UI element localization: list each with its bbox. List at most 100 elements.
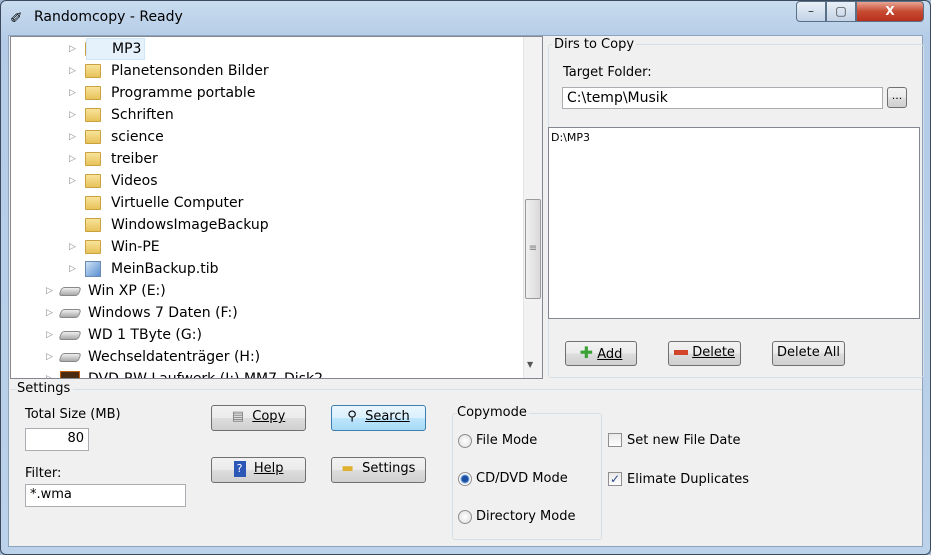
elimate-duplicates-label[interactable]: Elimate Duplicates [627,472,749,487]
target-folder-label: Target Folder: [563,65,652,80]
expand-arrow-icon[interactable]: ▷ [69,104,76,126]
settings-group-label: Settings [17,381,74,396]
tree-item-label: Virtuelle Computer [111,195,244,211]
tree-item-label: DVD-RW-Laufwerk (I:) MM7_Disk2 [88,371,324,379]
elimate-duplicates-checkbox[interactable]: ✓ [608,472,622,486]
folder-icon [85,152,101,166]
folder-icon [85,174,101,188]
expand-arrow-icon[interactable]: ▷ [69,60,76,82]
tree-item-label: Win XP (E:) [88,283,166,299]
tree-item-label: science [111,129,164,145]
tree-item-label: WindowsImageBackup [111,217,269,233]
tree-item-label: Schriften [111,107,174,123]
dirs-group-label: Dirs to Copy [552,37,637,52]
tree-item-label: Wechseldatenträger (H:) [88,349,261,365]
tree-item[interactable]: ▷ Windows 7 Daten (F:) [11,302,523,324]
expand-arrow-icon[interactable]: ▷ [69,258,76,280]
tree-item[interactable]: ▷ Programme portable [11,82,523,104]
expand-arrow-icon[interactable]: ▷ [69,38,76,60]
drive-icon [58,353,82,362]
tree-item[interactable]: ▷ treiber [11,148,523,170]
tree-item[interactable]: ▷ Win XP (E:) [11,280,523,302]
help-icon: ? [233,460,246,477]
folder-tree[interactable]: ▷ MP3 ▷ Planetensonden Bilder ▷ Programme por… [10,36,543,379]
expand-arrow-icon[interactable]: ▷ [46,346,53,368]
minimize-button[interactable]: – [796,1,826,22]
dvd-drive-icon [60,371,80,378]
tree-item[interactable]: ▷ DVD-RW-Laufwerk (I:) MM7_Disk2 [11,368,523,379]
copy-icon: ▤ [231,409,245,424]
app-icon: ✐ [10,9,23,27]
maximize-button[interactable]: ▢ [826,1,856,22]
drive-icon [58,331,82,340]
expand-arrow-icon[interactable]: ▷ [69,236,76,258]
drive-icon [58,309,82,318]
browse-button[interactable]: ... [887,87,907,108]
close-button[interactable]: X [856,1,924,22]
target-folder-input[interactable]: C:\temp\Musik [562,87,883,109]
minus-icon [674,350,689,355]
scroll-down-arrow[interactable]: ▼ [527,360,533,369]
mode-radio[interactable] [458,434,472,448]
set-new-file-date-checkbox[interactable] [608,433,622,447]
tree-item[interactable]: ▷ Schriften [11,104,523,126]
scrollbar-thumb[interactable]: ≡ [525,199,541,299]
delete-all-button[interactable]: Delete All [772,341,845,366]
tree-item-label: MP3 [86,38,146,60]
folder-icon [85,64,101,78]
tree-item[interactable]: WindowsImageBackup [11,214,523,236]
dirs-list[interactable]: D:\MP3 [548,127,920,319]
expand-arrow-icon[interactable]: ▷ [69,148,76,170]
expand-arrow-icon[interactable]: ▷ [46,302,53,324]
search-button[interactable]: ⚲ Search [331,405,426,431]
mode-radio[interactable] [458,472,472,486]
folder-icon [85,196,101,210]
tree-item-label: Windows 7 Daten (F:) [88,305,238,321]
folder-icon [85,218,101,232]
set-new-file-date-label[interactable]: Set new File Date [627,433,740,448]
expand-arrow-icon[interactable]: ▷ [69,126,76,148]
drive-icon [58,287,82,296]
mode-label[interactable]: CD/DVD Mode [476,471,568,486]
add-button[interactable]: ✚ Add [565,341,637,366]
total-size-input[interactable]: 80 [25,428,89,451]
tree-item[interactable]: Virtuelle Computer [11,192,523,214]
backup-file-icon [85,261,101,277]
expand-arrow-icon[interactable]: ▷ [46,280,53,302]
tree-item-label: MeinBackup.tib [111,261,219,277]
delete-button[interactable]: Delete [668,341,741,366]
filter-input[interactable]: *.wma [25,484,186,507]
help-button[interactable]: ? Help [211,457,306,483]
tree-item-label: Programme portable [111,85,256,101]
tree-item[interactable]: ▷ MeinBackup.tib [11,258,523,280]
tree-item[interactable]: ▷ Planetensonden Bilder [11,60,523,82]
filter-label: Filter: [25,466,62,481]
copy-button[interactable]: ▤ Copy [211,405,306,431]
expand-arrow-icon[interactable]: ▷ [69,170,76,192]
expand-arrow-icon[interactable]: ▷ [46,324,53,346]
tree-item[interactable]: ▷ Win-PE [11,236,523,258]
tree-item[interactable]: ▷ science [11,126,523,148]
search-icon: ⚲ [347,409,357,424]
mode-label[interactable]: File Mode [476,433,537,448]
folder-icon [85,240,101,254]
tree-item-label: Videos [111,173,158,189]
plus-icon: ✚ [579,343,594,362]
mode-radio[interactable] [458,510,472,524]
tree-item[interactable]: ▷ MP3 [11,38,523,60]
settings-divider [10,389,922,390]
tree-item-label: Win-PE [111,239,160,255]
window-title: Randomcopy - Ready [34,9,183,25]
total-size-label: Total Size (MB) [25,407,121,422]
tree-item[interactable]: ▷ WD 1 TByte (G:) [11,324,523,346]
expand-arrow-icon[interactable]: ▷ [69,82,76,104]
dirs-list-item[interactable]: D:\MP3 [551,131,917,144]
tree-item-label: WD 1 TByte (G:) [88,327,202,343]
expand-arrow-icon[interactable]: ▷ [46,368,53,378]
tree-item-label: treiber [111,151,158,167]
tree-item[interactable]: ▷ Wechseldatenträger (H:) [11,346,523,368]
settings-button[interactable]: ▬ Settings [331,457,426,483]
tree-item[interactable]: ▷ Videos [11,170,523,192]
copymode-label: Copymode [457,405,529,420]
mode-label[interactable]: Directory Mode [476,509,575,524]
